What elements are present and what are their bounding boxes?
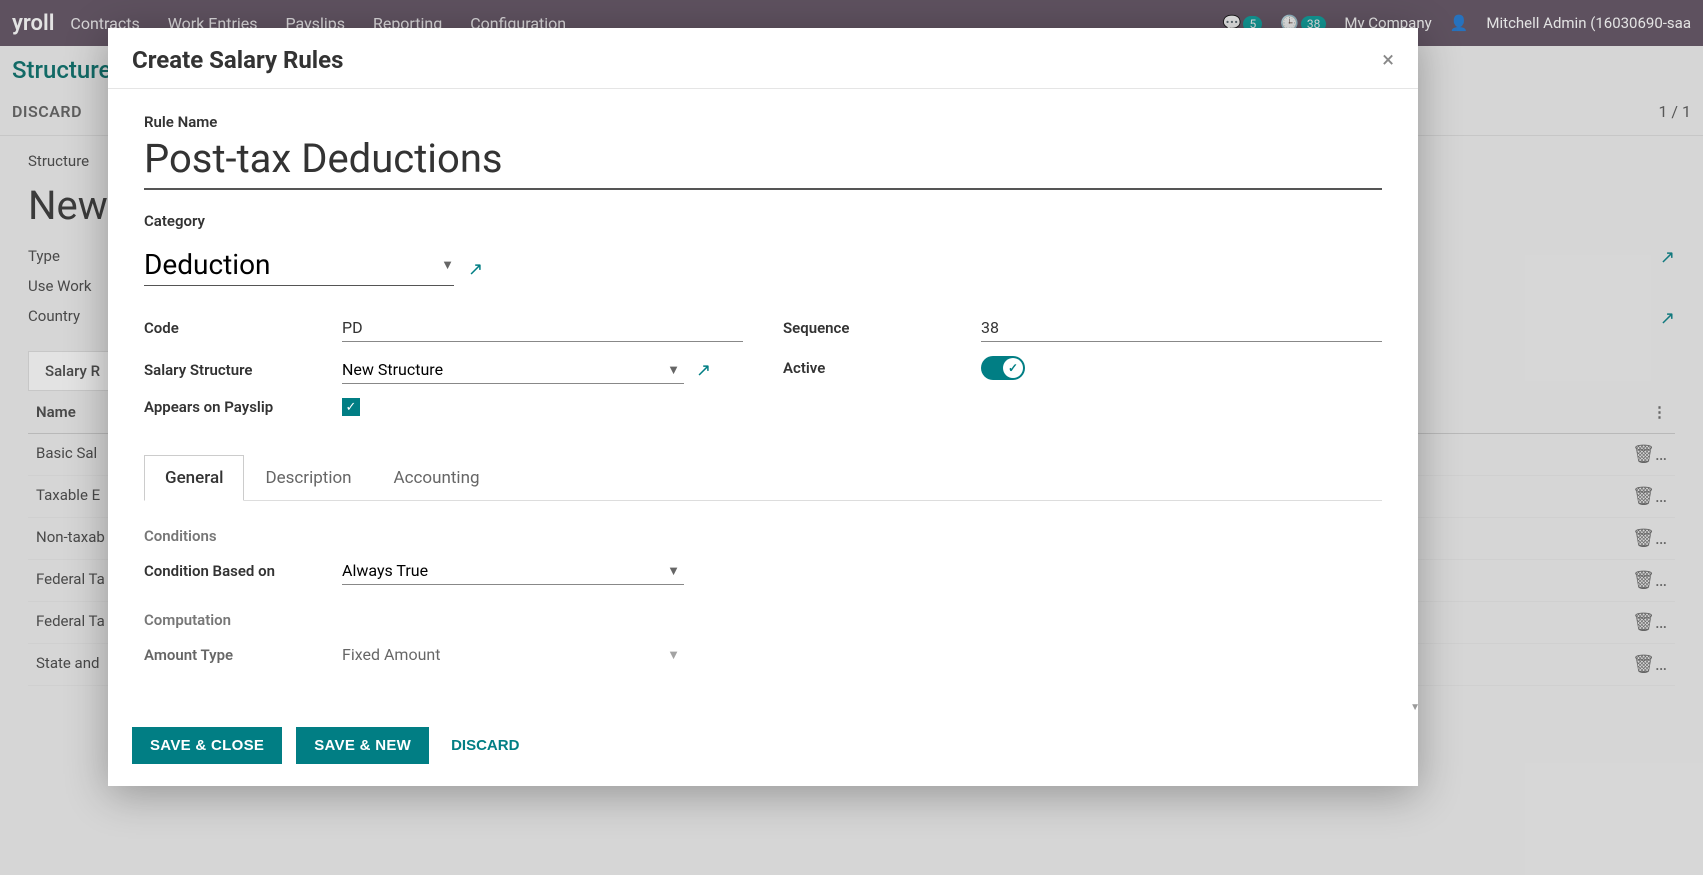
amount-type-select[interactable]: ▼ [342, 641, 684, 668]
category-label: Category [144, 212, 1382, 230]
salary-structure-label: Salary Structure [144, 361, 342, 379]
category-select[interactable]: Deduction ▼ [144, 248, 454, 286]
code-input[interactable] [342, 314, 743, 342]
close-icon[interactable]: × [1382, 48, 1394, 73]
sequence-label: Sequence [783, 319, 981, 337]
create-salary-rule-modal: Create Salary Rules × ▲ ▼ Rule Name Cate… [108, 28, 1418, 786]
scroll-down-icon[interactable]: ▼ [1410, 702, 1418, 711]
detail-tabs: General Description Accounting [144, 454, 1382, 501]
sequence-input[interactable] [981, 314, 1382, 342]
appears-on-payslip-label: Appears on Payslip [144, 398, 342, 416]
chevron-down-icon: ▼ [667, 362, 680, 378]
external-link-icon[interactable]: ↗ [468, 259, 483, 280]
chevron-down-icon: ▼ [441, 257, 454, 273]
computation-heading: Computation [144, 611, 1382, 629]
tab-description[interactable]: Description [244, 455, 372, 501]
tab-general[interactable]: General [144, 455, 244, 501]
code-label: Code [144, 319, 342, 337]
condition-based-label: Condition Based on [144, 562, 342, 580]
discard-button[interactable]: DISCARD [443, 727, 527, 764]
external-link-icon[interactable]: ↗ [696, 360, 711, 381]
conditions-heading: Conditions [144, 527, 1382, 545]
appears-on-payslip-checkbox[interactable]: ✓ [342, 398, 360, 416]
salary-structure-select[interactable]: ▼ [342, 356, 684, 384]
rule-name-input[interactable] [144, 133, 1382, 190]
condition-based-select[interactable]: ▼ [342, 557, 684, 585]
save-new-button[interactable]: SAVE & NEW [296, 727, 429, 764]
rule-name-label: Rule Name [144, 113, 1382, 131]
chevron-down-icon: ▼ [667, 563, 680, 579]
modal-title: Create Salary Rules [132, 46, 343, 74]
chevron-down-icon: ▼ [667, 647, 680, 663]
tab-accounting[interactable]: Accounting [373, 455, 501, 501]
amount-type-label: Amount Type [144, 646, 342, 664]
active-label: Active [783, 359, 981, 377]
save-close-button[interactable]: SAVE & CLOSE [132, 727, 282, 764]
active-toggle[interactable] [981, 356, 1025, 380]
